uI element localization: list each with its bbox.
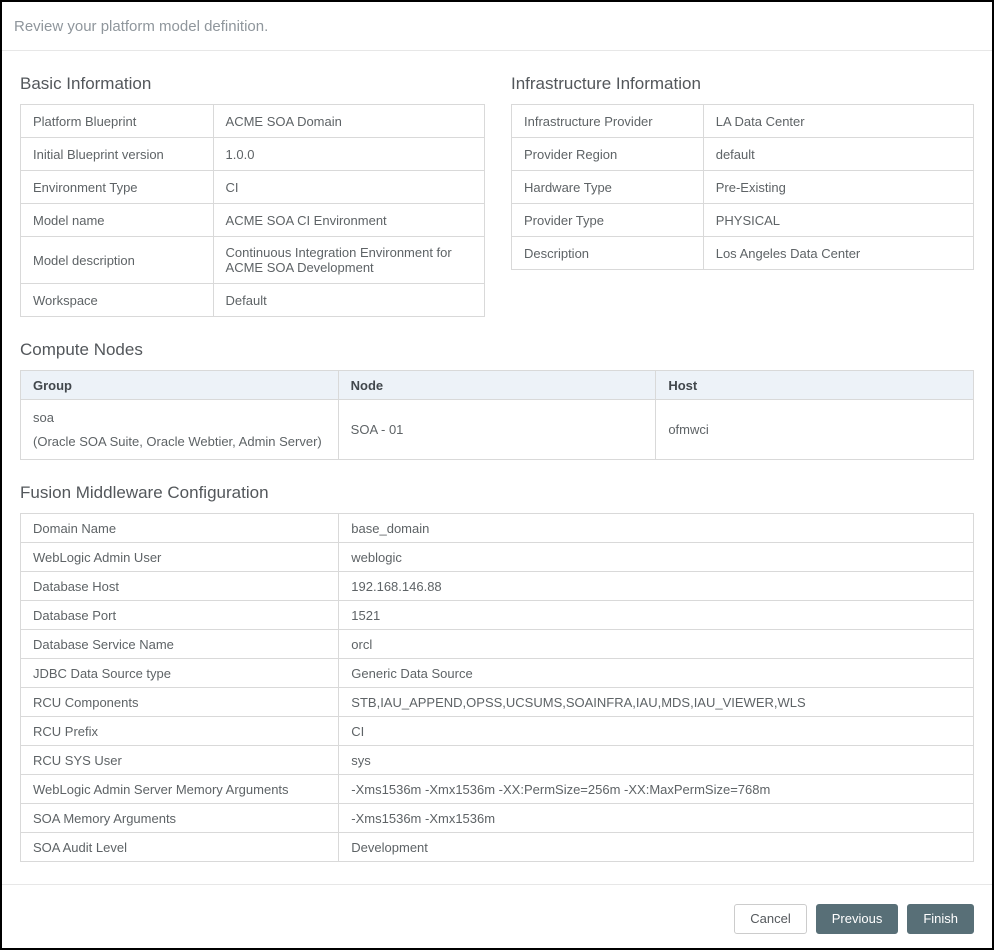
row-label: RCU Prefix [21,717,339,746]
row-value: PHYSICAL [703,204,973,237]
table-row: WebLogic Admin User weblogic [21,543,974,572]
row-label: RCU Components [21,688,339,717]
row-value: ACME SOA CI Environment [213,204,484,237]
row-label: Domain Name [21,514,339,543]
row-label: Description [512,237,704,270]
row-value: STB,IAU_APPEND,OPSS,UCSUMS,SOAINFRA,IAU,… [339,688,974,717]
dialog-body: Basic Information Platform Blueprint ACM… [2,51,992,884]
row-value: -Xms1536m -Xmx1536m -XX:PermSize=256m -X… [339,775,974,804]
table-row: Model description Continuous Integration… [21,237,485,284]
table-row: Database Service Name orcl [21,630,974,659]
table-header-row: Group Node Host [21,371,974,400]
row-value: Pre-Existing [703,171,973,204]
infrastructure-information-table: Infrastructure Provider LA Data Center P… [511,104,974,270]
table-row: SOA Memory Arguments -Xms1536m -Xmx1536m [21,804,974,833]
table-row: Platform Blueprint ACME SOA Domain [21,105,485,138]
table-row: Database Host 192.168.146.88 [21,572,974,601]
compute-nodes-section: Compute Nodes Group Node Host soa (Oracl… [20,340,974,460]
row-value: LA Data Center [703,105,973,138]
row-label: RCU SYS User [21,746,339,775]
dialog-title: Review your platform model definition. [2,2,992,51]
compute-nodes-heading: Compute Nodes [20,340,974,360]
basic-information-table: Platform Blueprint ACME SOA Domain Initi… [20,104,485,317]
top-section: Basic Information Platform Blueprint ACM… [20,51,974,317]
row-value: -Xms1536m -Xmx1536m [339,804,974,833]
row-label: Hardware Type [512,171,704,204]
row-value: default [703,138,973,171]
row-label: Database Service Name [21,630,339,659]
compute-nodes-table: Group Node Host soa (Oracle SOA Suite, O… [20,370,974,460]
table-row: Domain Name base_domain [21,514,974,543]
row-value: Development [339,833,974,862]
row-value: weblogic [339,543,974,572]
row-label: Provider Region [512,138,704,171]
row-value: ACME SOA Domain [213,105,484,138]
row-label: Workspace [21,284,214,317]
host-cell: ofmwci [656,400,974,460]
previous-button[interactable]: Previous [816,904,899,934]
column-header-group: Group [21,371,339,400]
row-value: Continuous Integration Environment for A… [213,237,484,284]
table-row: RCU Prefix CI [21,717,974,746]
group-cell: soa (Oracle SOA Suite, Oracle Webtier, A… [21,400,339,460]
basic-information-section: Basic Information Platform Blueprint ACM… [20,51,485,317]
table-row: RCU SYS User sys [21,746,974,775]
row-value: base_domain [339,514,974,543]
row-value: Generic Data Source [339,659,974,688]
node-cell: SOA - 01 [338,400,656,460]
row-label: Model name [21,204,214,237]
cancel-button[interactable]: Cancel [734,904,806,934]
row-value: 192.168.146.88 [339,572,974,601]
row-label: Environment Type [21,171,214,204]
fmw-configuration-heading: Fusion Middleware Configuration [20,483,974,503]
row-label: WebLogic Admin User [21,543,339,572]
infrastructure-information-section: Infrastructure Information Infrastructur… [511,51,974,270]
table-row: Model name ACME SOA CI Environment [21,204,485,237]
table-row: Database Port 1521 [21,601,974,630]
table-row: Provider Region default [512,138,974,171]
table-row: Initial Blueprint version 1.0.0 [21,138,485,171]
row-value: orcl [339,630,974,659]
group-components: (Oracle SOA Suite, Oracle Webtier, Admin… [33,434,326,449]
infrastructure-information-heading: Infrastructure Information [511,74,974,94]
row-value: Los Angeles Data Center [703,237,973,270]
row-value: Default [213,284,484,317]
table-row: JDBC Data Source type Generic Data Sourc… [21,659,974,688]
table-row: Hardware Type Pre-Existing [512,171,974,204]
row-label: Provider Type [512,204,704,237]
fmw-configuration-table: Domain Name base_domain WebLogic Admin U… [20,513,974,862]
finish-button[interactable]: Finish [907,904,974,934]
row-value: 1.0.0 [213,138,484,171]
table-row: soa (Oracle SOA Suite, Oracle Webtier, A… [21,400,974,460]
row-value: 1521 [339,601,974,630]
row-label: JDBC Data Source type [21,659,339,688]
basic-information-heading: Basic Information [20,74,485,94]
table-row: Infrastructure Provider LA Data Center [512,105,974,138]
fmw-configuration-section: Fusion Middleware Configuration Domain N… [20,483,974,862]
row-value: CI [339,717,974,746]
row-label: Database Port [21,601,339,630]
table-row: Workspace Default [21,284,485,317]
group-name: soa [33,410,326,425]
table-row: Provider Type PHYSICAL [512,204,974,237]
row-label: Platform Blueprint [21,105,214,138]
row-value: sys [339,746,974,775]
table-row: SOA Audit Level Development [21,833,974,862]
table-row: Environment Type CI [21,171,485,204]
row-label: Infrastructure Provider [512,105,704,138]
row-label: SOA Memory Arguments [21,804,339,833]
column-header-node: Node [338,371,656,400]
table-row: Description Los Angeles Data Center [512,237,974,270]
dialog-footer: Cancel Previous Finish [2,884,992,948]
row-label: Initial Blueprint version [21,138,214,171]
row-value: CI [213,171,484,204]
row-label: WebLogic Admin Server Memory Arguments [21,775,339,804]
table-row: WebLogic Admin Server Memory Arguments -… [21,775,974,804]
table-row: RCU Components STB,IAU_APPEND,OPSS,UCSUM… [21,688,974,717]
row-label: Database Host [21,572,339,601]
row-label: Model description [21,237,214,284]
column-header-host: Host [656,371,974,400]
row-label: SOA Audit Level [21,833,339,862]
